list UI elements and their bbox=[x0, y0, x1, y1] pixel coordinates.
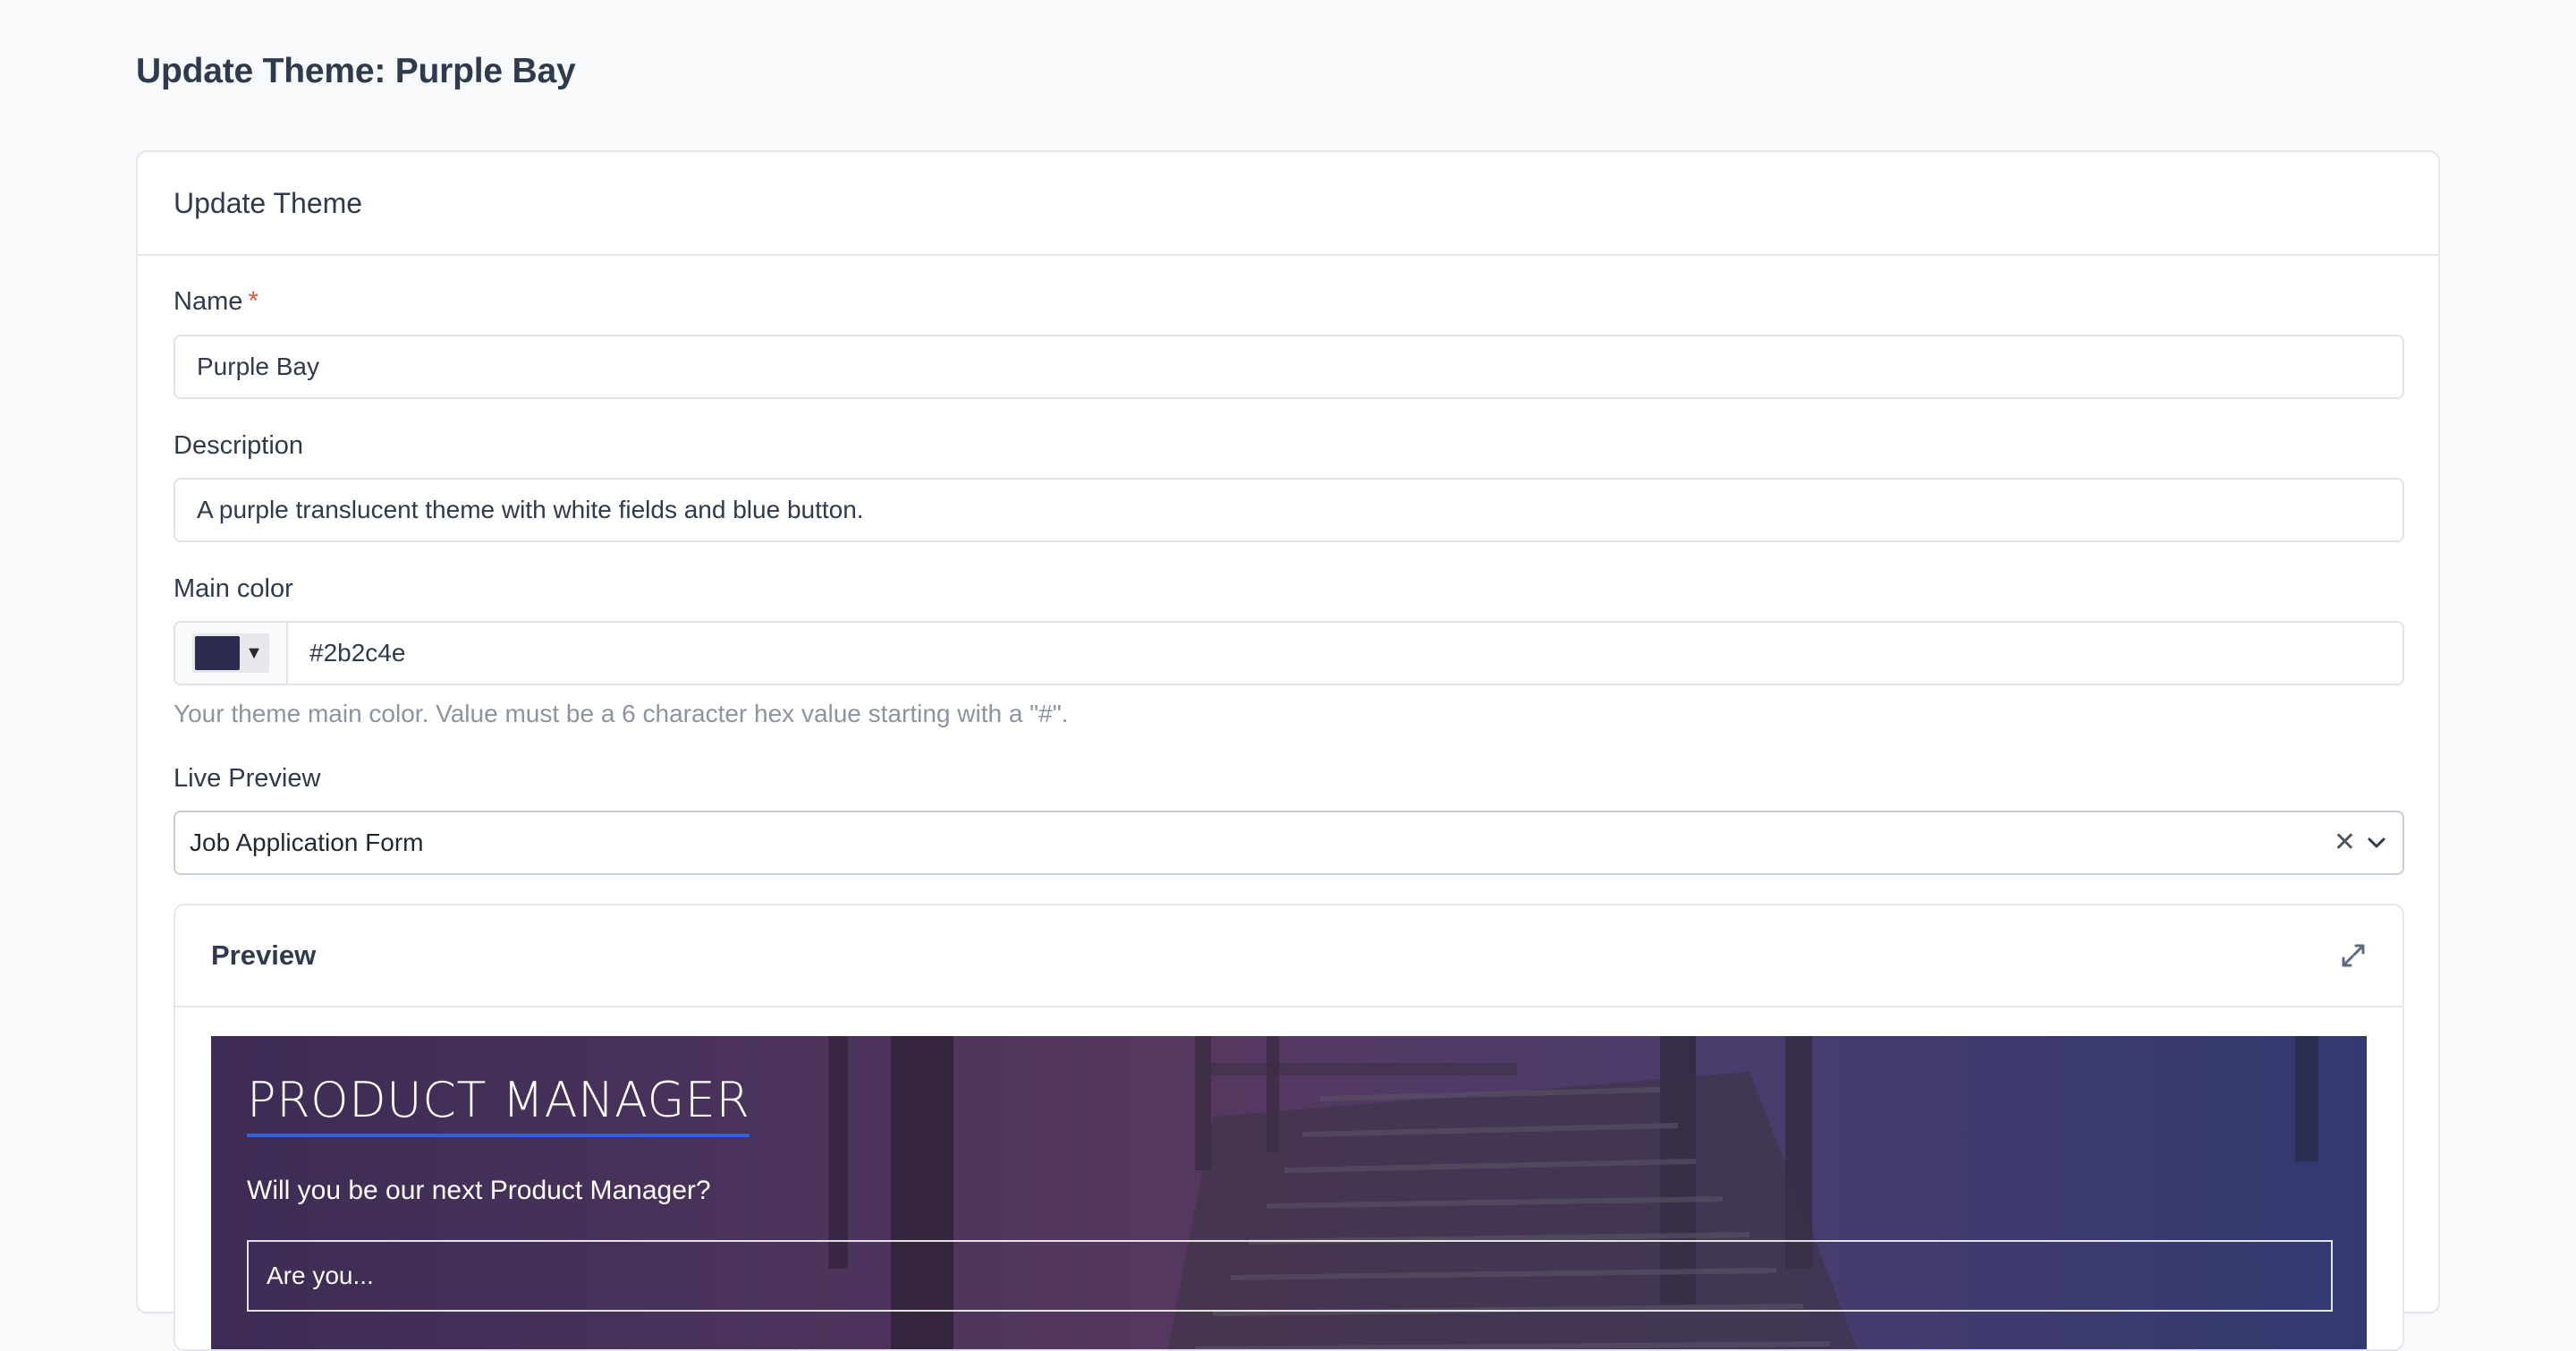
caret-down-icon: ▼ bbox=[245, 642, 263, 663]
main-color-help-text: Your theme main color. Value must be a 6… bbox=[174, 700, 1069, 727]
update-theme-card: Update Theme Name* Description Main colo… bbox=[136, 150, 2440, 1351]
preview-panel: Preview PRODUCT MANAGER Will you be our … bbox=[174, 904, 2404, 1351]
card-header: Update Theme bbox=[138, 152, 2438, 256]
description-input[interactable] bbox=[174, 478, 2404, 542]
expand-icon[interactable] bbox=[2340, 942, 2367, 969]
main-color-field: ▼ bbox=[174, 621, 2404, 685]
required-star: * bbox=[248, 286, 259, 316]
card-header-title: Update Theme bbox=[174, 186, 363, 219]
preview-form-canvas: PRODUCT MANAGER Will you be our next Pro… bbox=[211, 1036, 2367, 1349]
preview-header: Preview bbox=[175, 905, 2402, 1007]
preview-title: Preview bbox=[211, 939, 317, 971]
chevron-down-icon[interactable] bbox=[2365, 831, 2388, 854]
main-color-label: Main color bbox=[174, 574, 293, 603]
main-color-input[interactable] bbox=[288, 623, 2402, 684]
clear-icon[interactable]: ✕ bbox=[2334, 829, 2356, 856]
color-picker-button[interactable]: ▼ bbox=[175, 623, 288, 684]
live-preview-select[interactable]: Job Application Form ✕ bbox=[174, 811, 2404, 875]
preview-first-field-input[interactable] bbox=[247, 1240, 2333, 1312]
name-label-text: Name bbox=[174, 287, 243, 316]
page-title: Update Theme: Purple Bay bbox=[136, 52, 576, 90]
description-label: Description bbox=[174, 431, 304, 460]
form-subheading: Will you be our next Product Manager? bbox=[247, 1176, 711, 1205]
color-swatch-wrap: ▼ bbox=[192, 633, 269, 673]
live-preview-label: Live Preview bbox=[174, 764, 321, 793]
name-input[interactable] bbox=[174, 335, 2404, 399]
form-heading: PRODUCT MANAGER bbox=[247, 1072, 750, 1137]
color-swatch bbox=[195, 636, 241, 670]
live-preview-selected-value: Job Application Form bbox=[190, 828, 424, 856]
name-label: Name * bbox=[174, 286, 258, 317]
